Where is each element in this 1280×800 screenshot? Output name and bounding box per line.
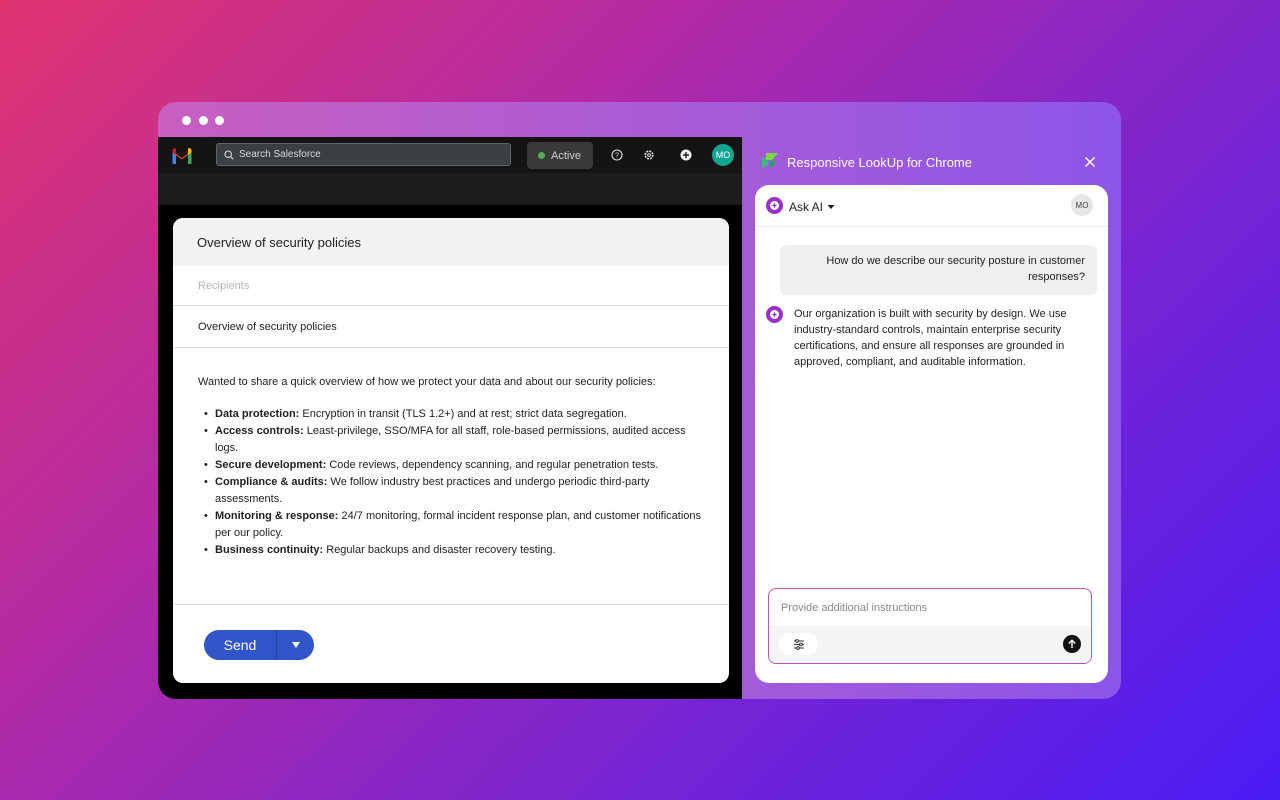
browser-window: Search Salesforce Active ? MO Overview o…: [158, 102, 1121, 699]
email-body[interactable]: Wanted to share a quick overview of how …: [173, 348, 729, 604]
list-item: Monitoring & response: 24/7 monitoring, …: [198, 508, 704, 542]
window-dot-minimize[interactable]: [199, 116, 208, 125]
list-item: Access controls: Least-privilege, SSO/MF…: [198, 423, 704, 457]
assistant-selector[interactable]: Ask AI: [789, 200, 835, 214]
add-icon[interactable]: [679, 148, 693, 162]
user-message: How do we describe our security posture …: [780, 245, 1097, 295]
window-dot-close[interactable]: [182, 116, 191, 125]
chevron-down-icon: [827, 205, 835, 209]
chat-user-avatar[interactable]: MO: [1071, 194, 1093, 216]
search-placeholder: Search Salesforce: [239, 149, 321, 160]
email-intro: Wanted to share a quick overview of how …: [198, 376, 656, 388]
instructions-placeholder: Provide additional instructions: [781, 602, 928, 614]
user-avatar[interactable]: MO: [712, 144, 734, 166]
svg-text:?: ?: [615, 153, 619, 160]
compose-window: Overview of security policies Recipients…: [173, 218, 729, 683]
salesforce-search-input[interactable]: Search Salesforce: [216, 143, 511, 166]
ai-response-icon: [766, 306, 783, 323]
options-button[interactable]: [779, 633, 818, 655]
gear-icon[interactable]: [642, 148, 656, 162]
status-label: Active: [551, 149, 581, 162]
subject-field[interactable]: Overview of security policies: [173, 306, 729, 348]
extension-title: Responsive LookUp for Chrome: [787, 155, 972, 170]
list-item: Secure development: Code reviews, depend…: [198, 457, 704, 474]
assistant-label: Ask AI: [789, 200, 824, 214]
salesforce-topbar: Search Salesforce Active ? MO: [158, 137, 742, 173]
input-toolbar: [769, 626, 1091, 663]
ai-message: Our organization is built with security …: [794, 308, 1067, 368]
help-icon[interactable]: ?: [610, 148, 624, 162]
status-toggle[interactable]: Active: [527, 142, 593, 169]
ai-assistant-icon: [766, 197, 783, 214]
chat-header: Ask AI MO: [755, 185, 1108, 227]
chat-card: Ask AI MO How do we describe our securit…: [755, 185, 1108, 683]
send-button[interactable]: Send: [204, 637, 276, 653]
sliders-icon: [793, 638, 804, 650]
compose-footer: Send: [173, 604, 729, 683]
gmail-logo-icon[interactable]: [171, 147, 193, 164]
status-dot-icon: [538, 152, 545, 159]
secondary-toolbar: [158, 173, 742, 205]
list-item: Data protection: Encryption in transit (…: [198, 406, 704, 423]
email-pane: Search Salesforce Active ? MO Overview o…: [158, 137, 742, 699]
caret-down-icon: [291, 642, 300, 648]
close-icon[interactable]: [1084, 156, 1096, 168]
recipients-field[interactable]: Recipients: [173, 266, 729, 306]
list-item: Compliance & audits: We follow industry …: [198, 474, 704, 508]
responsive-logo-icon: [762, 153, 778, 169]
send-options-button[interactable]: [277, 641, 314, 649]
window-titlebar: [158, 102, 1121, 137]
send-button-group: Send: [204, 630, 314, 660]
window-dot-maximize[interactable]: [215, 116, 224, 125]
policy-list: Data protection: Encryption in transit (…: [198, 406, 704, 559]
list-item: Business continuity: Regular backups and…: [198, 542, 704, 559]
instructions-input[interactable]: Provide additional instructions: [768, 588, 1092, 664]
search-icon: [224, 149, 234, 160]
submit-button[interactable]: [1063, 635, 1081, 653]
arrow-up-icon: [1068, 639, 1076, 648]
compose-title: Overview of security policies: [173, 218, 729, 266]
extension-panel: Responsive LookUp for Chrome Ask AI MO H…: [742, 137, 1121, 699]
